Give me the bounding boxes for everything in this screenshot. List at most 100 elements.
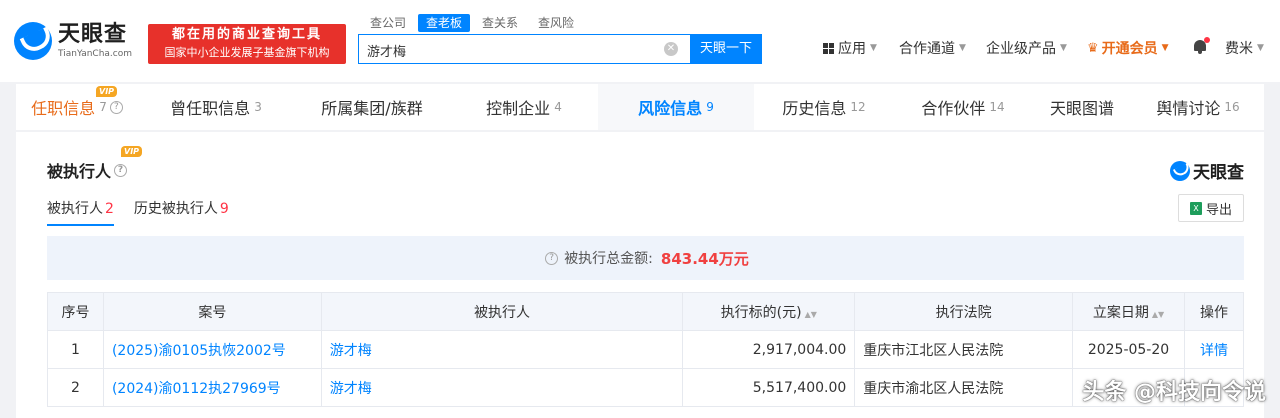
help-icon[interactable]: ? [114, 163, 128, 177]
vip-badge: VIP [96, 86, 118, 97]
section-title-text: 被执行人 [47, 162, 112, 181]
tab-label: 合作伙伴 [921, 99, 986, 118]
top-header: 天眼查 TianYanCha.com 都在用的商业查询工具 国家中小企业发展子基… [0, 0, 1280, 82]
logo-cn: 天眼查 [58, 22, 128, 47]
search-tab-risk[interactable]: 查风险 [530, 14, 582, 32]
search-type-tabs: 查公司 查老板 查关系 查风险 [362, 14, 586, 32]
col-header-no: 序号 [47, 292, 104, 331]
tab-label: 控制企业 [486, 99, 551, 118]
nav-app-menu[interactable]: 应用 ▼ [823, 38, 877, 58]
cell-no: 2 [47, 368, 104, 407]
nav-app-label: 应用 [838, 41, 866, 57]
tab-group[interactable]: 所属集团/族群 [294, 84, 450, 130]
col-header-court: 执行法院 [854, 292, 1074, 331]
tab-employment[interactable]: VIP 任职信息 7 ? [16, 84, 138, 130]
brand-watermark: 天眼查 [1170, 158, 1244, 183]
caret-down-icon: ▼ [1060, 43, 1067, 53]
tab-count: 3 [254, 100, 262, 114]
nav-channel-menu[interactable]: 合作通道 ▼ [899, 38, 966, 58]
excel-icon: X [1189, 201, 1202, 215]
cell-person-link[interactable]: 游才梅 [320, 368, 684, 407]
caret-down-icon: ▼ [1161, 43, 1169, 53]
tab-public-opinion[interactable]: 舆情讨论 16 [1132, 84, 1264, 130]
search-input[interactable]: 游才梅 ✕ [358, 34, 690, 64]
enforcement-table: 序号 案号 被执行人 执行标的(元) ▲▼ 执行法院 立案日期 ▲▼ 操作 1 (2… [47, 292, 1245, 407]
person-info-tabs: VIP 任职信息 7 ? 曾任职信息 3 所属集团/族群 控制企业 4 风险信息… [16, 84, 1264, 130]
enforcement-panel: 被执行人 VIP ? 天眼查 被执行人 2 历史被执行人 9 X 导出 ? 被执行总… [16, 132, 1264, 418]
total-amount-summary: ? 被执行总金额: 843.44万元 [47, 236, 1244, 280]
bell-icon [1193, 37, 1210, 54]
tab-controlled-companies[interactable]: 控制企业 4 [450, 84, 598, 130]
cell-court: 重庆市渝北区人民法院 [854, 368, 1074, 407]
tab-label: 所属集团/族群 [321, 99, 423, 118]
nav-enterprise-label: 企业级产品 [986, 41, 1056, 57]
col-header-action: 操作 [1183, 292, 1245, 331]
cell-amount: 2,917,004.00 [682, 330, 856, 369]
cell-date: 2025-05-20 [1072, 330, 1185, 369]
unread-dot [1204, 37, 1210, 43]
tab-history[interactable]: 历史信息 12 [754, 84, 894, 130]
grid-icon [823, 42, 834, 54]
subtab-label: 历史被执行人 [133, 201, 218, 217]
logo-en: TianYanCha.com [58, 49, 133, 59]
help-icon[interactable]: ? [545, 251, 559, 265]
export-button[interactable]: X 导出 [1178, 194, 1244, 222]
cell-case-link[interactable]: (2024)渝0112执27969号 [102, 368, 322, 407]
col-header-date[interactable]: 立案日期 ▲▼ [1072, 292, 1185, 331]
col-header-amount[interactable]: 执行标的(元) ▲▼ [682, 292, 856, 331]
logo-eye-icon [14, 22, 52, 60]
tab-former-employment[interactable]: 曾任职信息 3 [138, 84, 294, 130]
nav-vip-menu[interactable]: ♛ 开通会员 ▼ [1087, 38, 1169, 58]
cell-case-link[interactable]: (2025)渝0105执恢2002号 [102, 330, 322, 369]
table-header-row: 序号 案号 被执行人 执行标的(元) ▲▼ 执行法院 立案日期 ▲▼ 操作 [47, 292, 1245, 331]
tab-count: 16 [1224, 100, 1240, 114]
search-tab-relation[interactable]: 查关系 [474, 14, 526, 32]
cell-no: 1 [47, 330, 104, 369]
tab-count: 9 [706, 100, 714, 114]
help-icon[interactable]: ? [109, 100, 123, 114]
tianyancha-logo[interactable]: 天眼查 TianYanCha.com [14, 22, 132, 60]
caret-down-icon: ▼ [959, 43, 966, 53]
logo-eye-icon [1170, 160, 1190, 181]
caret-down-icon: ▼ [870, 43, 877, 53]
nav-enterprise-menu[interactable]: 企业级产品 ▼ [986, 38, 1067, 58]
search-tab-company[interactable]: 查公司 [362, 14, 414, 32]
sort-icon[interactable]: ▲▼ [1152, 310, 1164, 319]
tab-count: 12 [850, 100, 866, 114]
summary-label: 被执行总金额: [564, 251, 653, 267]
cell-person-link[interactable]: 游才梅 [320, 330, 684, 369]
nav-channel-label: 合作通道 [899, 41, 955, 57]
subtab-history[interactable]: 历史被执行人 9 [134, 198, 229, 226]
search-tab-boss[interactable]: 查老板 [418, 14, 471, 32]
cell-amount: 5,517,400.00 [682, 368, 856, 407]
tab-graph[interactable]: 天眼图谱 [1032, 84, 1132, 130]
sort-icon[interactable]: ▲▼ [805, 310, 817, 319]
slogan-banner[interactable]: 都在用的商业查询工具 国家中小企业发展子基金旗下机构 [148, 24, 346, 64]
subtab-current[interactable]: 被执行人 2 [47, 198, 114, 226]
cell-court: 重庆市江北区人民法院 [854, 330, 1074, 369]
logo-text: 天眼查 TianYanCha.com [58, 22, 132, 60]
tab-count: 14 [989, 100, 1005, 114]
brand-name: 天眼查 [1193, 163, 1244, 183]
subtab-label: 被执行人 [47, 201, 103, 217]
tab-label: 天眼图谱 [1049, 99, 1114, 118]
notification-button[interactable] [1193, 37, 1210, 54]
col-header-case: 案号 [102, 292, 322, 331]
slogan-line1: 都在用的商业查询工具 [171, 27, 322, 42]
slogan-line2: 国家中小企业发展子基金旗下机构 [164, 46, 330, 59]
nav-vip-label: 开通会员 [1101, 41, 1158, 57]
subtab-count: 9 [219, 201, 229, 217]
clear-icon[interactable]: ✕ [664, 42, 678, 56]
tab-label: 风险信息 [638, 99, 703, 118]
col-header-amount-label: 执行标的(元) [720, 304, 802, 321]
tab-label: 舆情讨论 [1156, 99, 1221, 118]
search-button[interactable]: 天眼一下 [690, 34, 762, 64]
tab-partners[interactable]: 合作伙伴 14 [894, 84, 1032, 130]
details-link[interactable]: 详情 [1183, 330, 1245, 369]
user-menu[interactable]: 费米 ▼ [1225, 38, 1264, 58]
col-header-person: 被执行人 [320, 292, 684, 331]
tab-count: 4 [554, 100, 562, 114]
export-label: 导出 [1205, 202, 1232, 218]
tab-risk-info[interactable]: 风险信息 9 [598, 84, 754, 130]
summary-amount: 843.44万元 [660, 249, 749, 268]
